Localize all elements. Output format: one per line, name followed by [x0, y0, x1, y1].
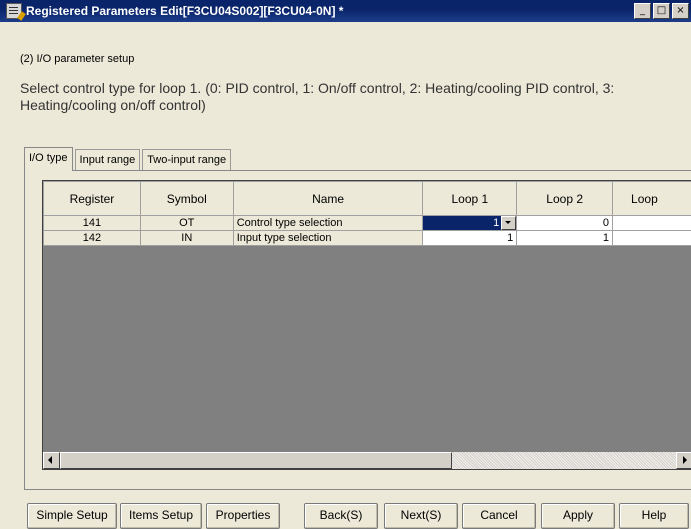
loop1-value: 1: [493, 217, 500, 229]
section-title: (2) I/O parameter setup: [20, 53, 135, 65]
table-row: 142 IN Input type selection 1 1: [43, 230, 691, 247]
loop3-cell[interactable]: [612, 230, 691, 247]
tab-io-type[interactable]: I/O type: [24, 147, 73, 171]
register-cell: 142: [43, 230, 141, 247]
tab-strip: I/O type Input range Two-input range: [24, 147, 233, 171]
window-controls: _ □ ×: [634, 3, 689, 19]
column-header-symbol[interactable]: Symbol: [139, 181, 234, 216]
column-header-name[interactable]: Name: [232, 181, 424, 216]
back-button[interactable]: Back(S): [304, 503, 378, 529]
name-cell: Input type selection: [232, 230, 424, 247]
parameter-grid: Register Symbol Name Loop 1 Loop 2 Loop …: [42, 180, 691, 470]
horizontal-scrollbar[interactable]: [43, 452, 691, 469]
name-cell: Control type selection: [232, 214, 424, 232]
window-title: Registered Parameters Edit[F3CU04S002][F…: [26, 4, 344, 18]
close-icon[interactable]: ×: [672, 3, 689, 19]
description-text: Select control type for loop 1. (0: PID …: [20, 80, 615, 113]
simple-setup-button[interactable]: Simple Setup: [27, 503, 117, 529]
apply-button[interactable]: Apply: [541, 503, 615, 529]
loop3-cell[interactable]: [612, 214, 691, 232]
next-button[interactable]: Next(S): [384, 503, 458, 529]
help-button[interactable]: Help: [619, 503, 689, 529]
table-row: 141 OT Control type selection 1 0: [43, 214, 691, 232]
parameter-table: Register Symbol Name Loop 1 Loop 2 Loop …: [43, 181, 691, 247]
column-header-loop1[interactable]: Loop 1: [422, 181, 518, 216]
tab-panel: Register Symbol Name Loop 1 Loop 2 Loop …: [24, 170, 691, 490]
table-header-row: Register Symbol Name Loop 1 Loop 2 Loop: [43, 181, 691, 216]
loop1-cell[interactable]: 1: [422, 230, 518, 247]
app-icon: [6, 3, 22, 19]
column-header-register[interactable]: Register: [43, 181, 141, 216]
scrollbar-thumb[interactable]: [60, 452, 452, 469]
scroll-left-icon[interactable]: [43, 452, 60, 469]
properties-button[interactable]: Properties: [206, 503, 280, 529]
symbol-cell: OT: [139, 214, 234, 232]
register-cell: 141: [43, 214, 141, 232]
scroll-right-icon[interactable]: [676, 452, 691, 469]
tab-input-range[interactable]: Input range: [74, 149, 141, 170]
chevron-down-icon[interactable]: [501, 216, 516, 230]
column-header-loop3[interactable]: Loop: [612, 181, 691, 216]
button-bar: Simple Setup Items Setup Properties Back…: [0, 503, 691, 529]
column-header-loop2[interactable]: Loop 2: [516, 181, 614, 216]
cancel-button[interactable]: Cancel: [462, 503, 536, 529]
maximize-icon[interactable]: □: [653, 3, 670, 19]
loop1-cell-selected[interactable]: 1: [422, 214, 518, 232]
items-setup-button[interactable]: Items Setup: [120, 503, 202, 529]
loop2-cell[interactable]: 0: [516, 214, 614, 232]
loop2-cell[interactable]: 1: [516, 230, 614, 247]
title-bar: Registered Parameters Edit[F3CU04S002][F…: [0, 0, 691, 22]
minimize-icon[interactable]: _: [634, 3, 651, 19]
tab-two-input-range[interactable]: Two-input range: [142, 149, 232, 170]
symbol-cell: IN: [139, 230, 234, 247]
